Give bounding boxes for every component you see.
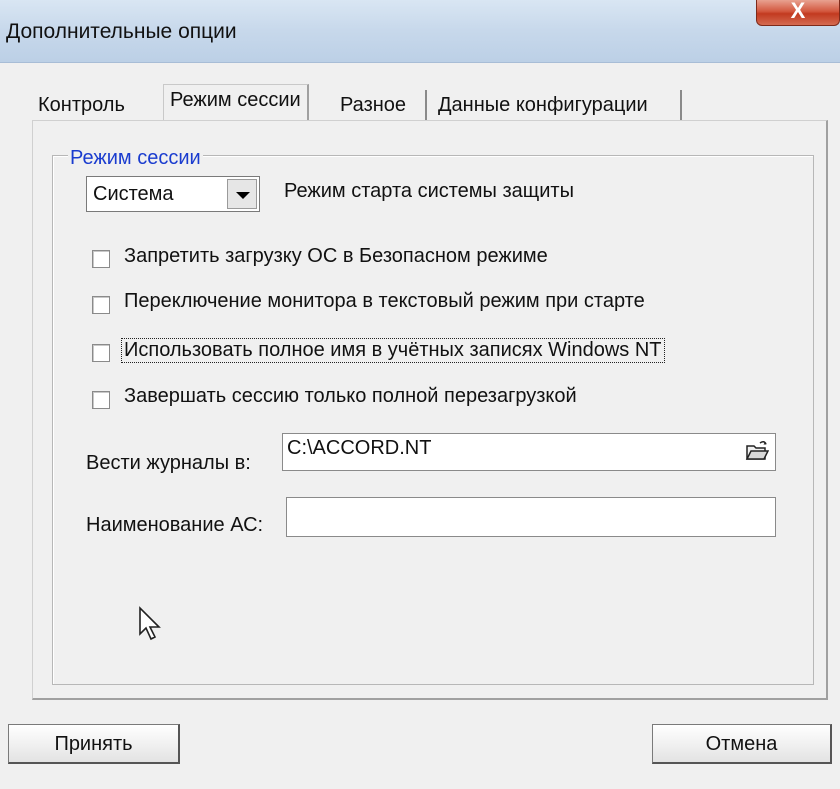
options-dialog: Дополнительные опции X Контроль Режим се… xyxy=(0,0,840,789)
session-group-title: Режим сессии xyxy=(68,147,203,170)
tab-separator xyxy=(680,90,682,120)
chevron-down-icon[interactable] xyxy=(227,179,257,209)
tab-control[interactable]: Контроль xyxy=(38,94,125,117)
session-mode-value: Система xyxy=(93,183,174,205)
tab-session-mode[interactable]: Режим сессии xyxy=(163,84,309,120)
option-label[interactable]: Переключение монитора в текстовый режим … xyxy=(124,290,645,313)
checkbox-disable-safe-mode[interactable] xyxy=(92,250,110,268)
cancel-button[interactable]: Отмена xyxy=(652,724,832,764)
close-button[interactable]: X xyxy=(756,0,840,26)
option-label[interactable]: Использовать полное имя в учётных запися… xyxy=(121,338,665,363)
log-path-value: C:\ACCORD.NT xyxy=(287,437,432,459)
checkbox-full-reboot-logout[interactable] xyxy=(92,391,110,409)
tab-separator xyxy=(425,90,427,120)
title-bar: Дополнительные опции X xyxy=(0,0,840,63)
session-mode-description: Режим старта системы защиты xyxy=(284,180,574,202)
open-folder-icon[interactable] xyxy=(745,440,769,462)
window-title: Дополнительные опции xyxy=(6,20,237,43)
log-path-label: Вести журналы в: xyxy=(86,452,251,474)
tab-misc[interactable]: Разное xyxy=(340,94,406,117)
mouse-pointer-icon xyxy=(139,606,161,641)
system-name-field[interactable] xyxy=(286,497,776,537)
close-icon: X xyxy=(790,0,806,23)
checkbox-text-mode-monitor[interactable] xyxy=(92,296,110,314)
session-mode-select[interactable]: Система xyxy=(86,176,260,212)
system-name-label: Наименование АС: xyxy=(86,514,264,536)
session-group xyxy=(52,155,814,685)
checkbox-full-name-nt[interactable] xyxy=(92,344,110,362)
tab-config-data[interactable]: Данные конфигурации xyxy=(438,94,648,117)
option-label[interactable]: Запретить загрузку ОС в Безопасном режим… xyxy=(124,245,548,268)
option-label[interactable]: Завершать сессию только полной перезагру… xyxy=(124,385,577,408)
apply-button[interactable]: Принять xyxy=(8,724,180,764)
log-path-field[interactable]: C:\ACCORD.NT xyxy=(282,433,776,471)
